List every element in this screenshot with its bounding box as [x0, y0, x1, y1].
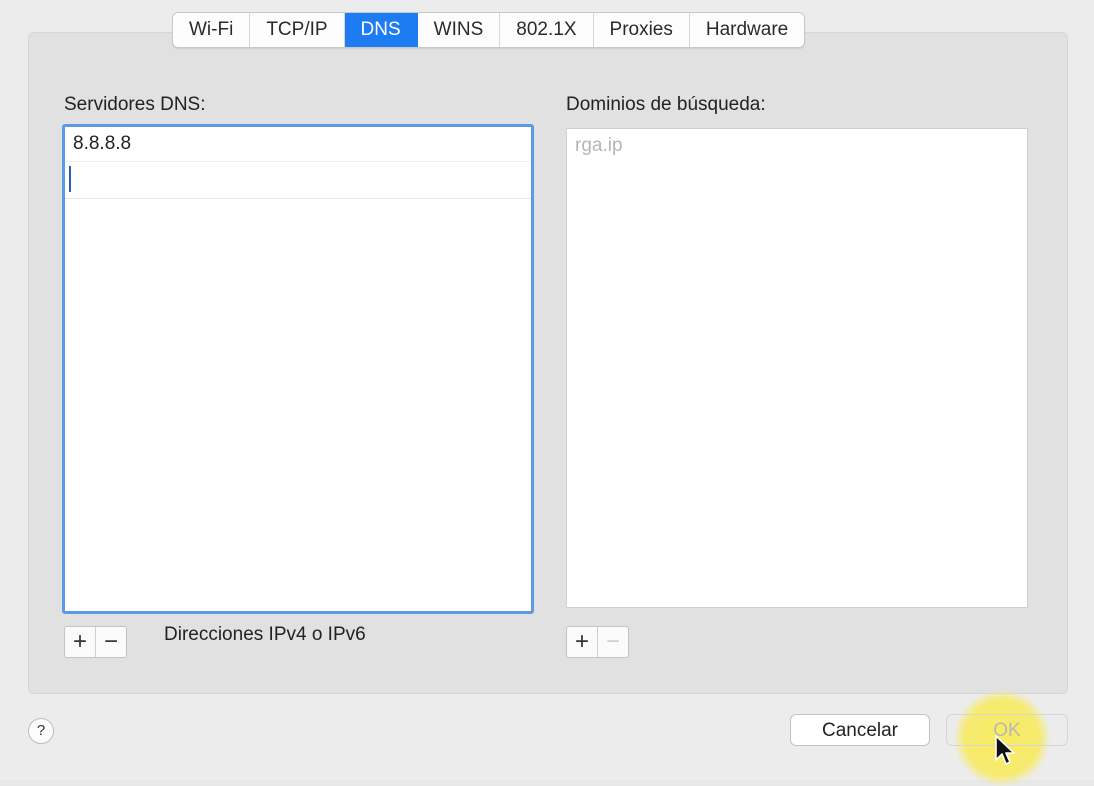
tab-wifi[interactable]: Wi-Fi [173, 13, 251, 47]
tab-wins[interactable]: WINS [418, 13, 501, 47]
network-advanced-dialog: Wi-Fi TCP/IP DNS WINS 802.1X Proxies Har… [0, 0, 1094, 786]
text-caret [69, 166, 71, 192]
domain-add-button[interactable]: + [567, 627, 598, 657]
tab-8021x[interactable]: 802.1X [500, 13, 594, 47]
dns-address-hint: Direcciones IPv4 o IPv6 [164, 624, 366, 645]
dns-servers-list[interactable]: 8.8.8.8 [62, 124, 534, 614]
dns-server-row[interactable]: 8.8.8.8 [65, 127, 531, 162]
cancel-button[interactable]: Cancelar [790, 714, 930, 746]
tab-bar: Wi-Fi TCP/IP DNS WINS 802.1X Proxies Har… [172, 12, 806, 48]
help-button[interactable]: ? [28, 718, 54, 744]
dns-server-edit-row[interactable] [65, 162, 531, 199]
dns-add-button[interactable]: + [65, 627, 96, 657]
tab-tcpip[interactable]: TCP/IP [250, 13, 345, 47]
search-domain-placeholder: rga.ip [575, 135, 623, 156]
search-domains-label: Dominios de búsqueda: [566, 94, 766, 115]
domains-add-remove-group: + − [566, 626, 629, 658]
ok-button[interactable]: OK [946, 714, 1068, 746]
tab-hardware[interactable]: Hardware [690, 13, 804, 47]
dns-add-remove-group: + − [64, 626, 127, 658]
domain-remove-button: − [605, 628, 620, 655]
dns-remove-button[interactable]: − [96, 627, 126, 657]
search-domains-list[interactable]: rga.ip [566, 128, 1028, 608]
tab-dns[interactable]: DNS [344, 13, 418, 47]
dns-servers-label: Servidores DNS: [64, 94, 206, 115]
tab-proxies[interactable]: Proxies [594, 13, 690, 47]
